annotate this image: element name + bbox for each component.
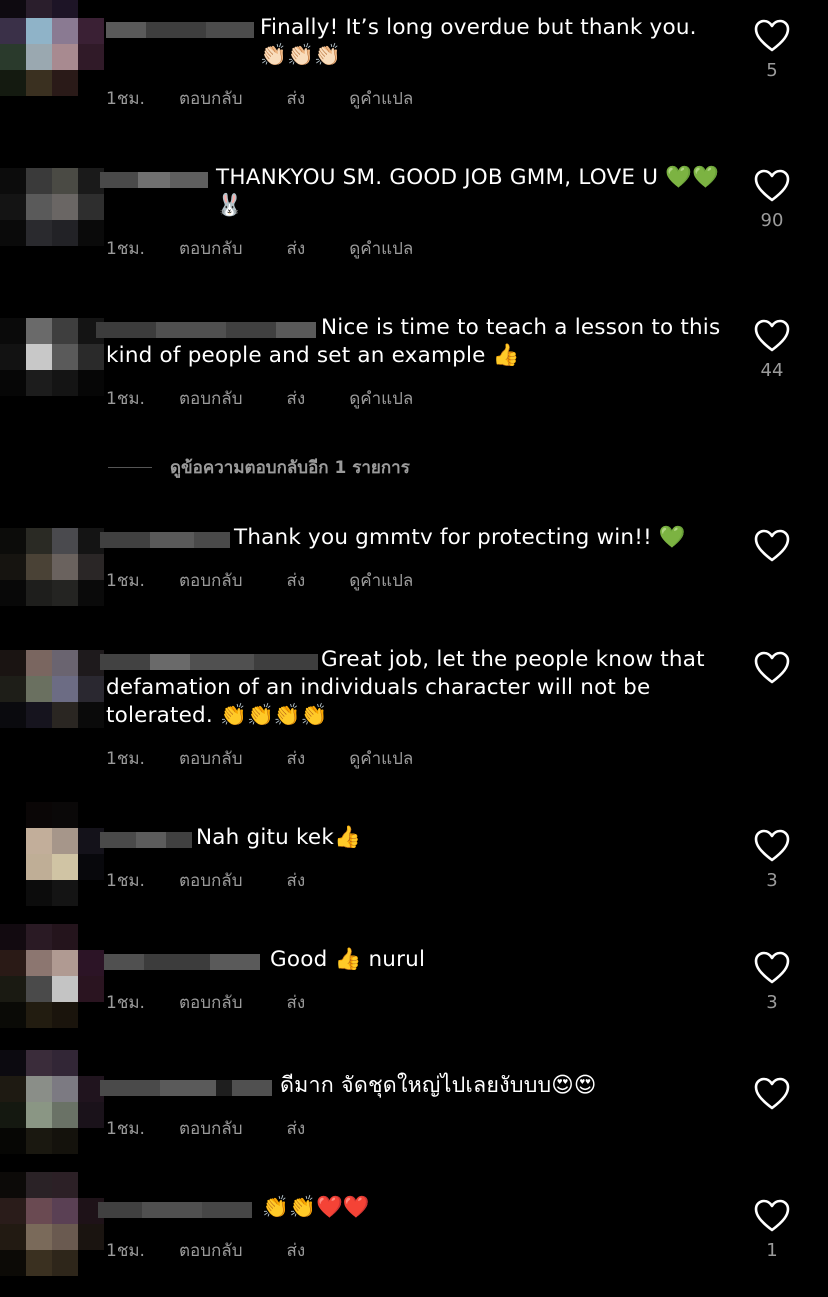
- comment-time: 1ชม.: [106, 1118, 145, 1139]
- comment-text: Nice is time to teach a lesson to this k…: [106, 315, 721, 368]
- reply-button[interactable]: ตอบกลับ: [179, 235, 243, 262]
- view-more-replies-button[interactable]: ดูข้อความตอบกลับอีก 1 รายการ: [108, 452, 410, 482]
- comment-time: 1ชม.: [106, 570, 145, 591]
- avatar[interactable]: [0, 802, 104, 910]
- heart-outline-icon: [754, 1077, 790, 1110]
- send-button[interactable]: ส่ง: [287, 745, 306, 772]
- comment-meta: 1ชม. ตอบกลับ ส่ง ดูคำแปล: [106, 744, 447, 772]
- avatar[interactable]: [0, 1050, 104, 1158]
- comment-text: THANKYOU SM. GOOD JOB GMM, LOVE U 💚💚🐰: [216, 165, 720, 218]
- like-button[interactable]: [752, 648, 792, 688]
- avatar[interactable]: [0, 502, 104, 610]
- comment-meta: 1ชม. ตอบกลับ ส่ง: [106, 1236, 349, 1264]
- avatar[interactable]: [0, 1172, 104, 1280]
- username[interactable]: [100, 164, 208, 196]
- comment-time: 1ชม.: [106, 238, 145, 259]
- username[interactable]: [100, 524, 230, 556]
- reply-button[interactable]: ตอบกลับ: [179, 385, 243, 412]
- avatar[interactable]: [0, 924, 104, 1032]
- like-button[interactable]: [752, 1196, 792, 1236]
- comment-meta: 1ชม. ตอบกลับ ส่ง: [106, 988, 349, 1016]
- comment-text: ดีมาก จัดชุดใหญ่ไปเลยงับบบ😍😍: [280, 1073, 597, 1098]
- heart-outline-icon: [754, 319, 790, 352]
- avatar[interactable]: [0, 142, 104, 250]
- like-button[interactable]: [752, 1074, 792, 1114]
- comment-time: 1ชม.: [106, 1240, 145, 1261]
- comment-meta: 1ชม. ตอบกลับ ส่ง ดูคำแปล: [106, 384, 447, 412]
- heart-outline-icon: [754, 169, 790, 202]
- view-more-replies-label: ดูข้อความตอบกลับอีก 1 รายการ: [170, 457, 410, 478]
- like-button[interactable]: [752, 316, 792, 356]
- avatar[interactable]: [0, 0, 104, 100]
- translate-button[interactable]: ดูคำแปล: [349, 745, 413, 772]
- reply-button[interactable]: ตอบกลับ: [179, 85, 243, 112]
- reply-button[interactable]: ตอบกลับ: [179, 1115, 243, 1142]
- comment-time: 1ชม.: [106, 88, 145, 109]
- username[interactable]: [98, 1194, 252, 1226]
- comment-text: 👏👏❤️❤️: [262, 1195, 370, 1220]
- username[interactable]: [104, 946, 260, 978]
- comment-text: Nah gitu kek👍: [196, 825, 361, 850]
- send-button[interactable]: ส่ง: [287, 235, 306, 262]
- send-button[interactable]: ส่ง: [287, 385, 306, 412]
- like-count: 5: [766, 60, 778, 81]
- send-button[interactable]: ส่ง: [287, 567, 306, 594]
- username[interactable]: [100, 824, 192, 856]
- reply-button[interactable]: ตอบกลับ: [179, 989, 243, 1016]
- send-button[interactable]: ส่ง: [287, 1237, 306, 1264]
- comment-text: Thank you gmmtv for protecting win!! 💚: [234, 525, 686, 550]
- like-button[interactable]: [752, 16, 792, 56]
- reply-button[interactable]: ตอบกลับ: [179, 867, 243, 894]
- username[interactable]: [106, 14, 254, 46]
- like-count: 1: [766, 1240, 778, 1261]
- like-button[interactable]: [752, 826, 792, 866]
- comment-time: 1ชม.: [106, 992, 145, 1013]
- comment-text: Good 👍 nurul: [270, 947, 426, 972]
- comment-text: Finally! It’s long overdue but thank you…: [260, 15, 697, 68]
- avatar[interactable]: [0, 624, 104, 732]
- comment-meta: 1ชม. ตอบกลับ ส่ง ดูคำแปล: [106, 234, 447, 262]
- comment-time: 1ชม.: [106, 748, 145, 769]
- heart-outline-icon: [754, 1199, 790, 1232]
- divider-line: [108, 466, 152, 468]
- comment-meta: 1ชม. ตอบกลับ ส่ง ดูคำแปล: [106, 566, 447, 594]
- comment-text: Great job, let the people know that defa…: [106, 647, 705, 728]
- heart-outline-icon: [754, 19, 790, 52]
- like-count: 44: [760, 360, 784, 381]
- like-count: 3: [766, 992, 778, 1013]
- comment-meta: 1ชม. ตอบกลับ ส่ง: [106, 1114, 349, 1142]
- comment-meta: 1ชม. ตอบกลับ ส่ง ดูคำแปล: [106, 84, 447, 112]
- send-button[interactable]: ส่ง: [287, 989, 306, 1016]
- username[interactable]: [100, 1072, 272, 1104]
- translate-button[interactable]: ดูคำแปล: [349, 85, 413, 112]
- send-button[interactable]: ส่ง: [287, 85, 306, 112]
- like-button[interactable]: [752, 166, 792, 206]
- heart-outline-icon: [754, 951, 790, 984]
- comment-time: 1ชม.: [106, 388, 145, 409]
- avatar[interactable]: [0, 292, 104, 400]
- heart-outline-icon: [754, 529, 790, 562]
- comment-time: 1ชม.: [106, 870, 145, 891]
- reply-button[interactable]: ตอบกลับ: [179, 1237, 243, 1264]
- heart-outline-icon: [754, 829, 790, 862]
- translate-button[interactable]: ดูคำแปล: [349, 235, 413, 262]
- send-button[interactable]: ส่ง: [287, 1115, 306, 1142]
- heart-outline-icon: [754, 651, 790, 684]
- translate-button[interactable]: ดูคำแปล: [349, 385, 413, 412]
- translate-button[interactable]: ดูคำแปล: [349, 567, 413, 594]
- reply-button[interactable]: ตอบกลับ: [179, 745, 243, 772]
- comment-meta: 1ชม. ตอบกลับ ส่ง: [106, 866, 349, 894]
- like-count: 3: [766, 870, 778, 891]
- like-count: 90: [760, 210, 784, 231]
- send-button[interactable]: ส่ง: [287, 867, 306, 894]
- reply-button[interactable]: ตอบกลับ: [179, 567, 243, 594]
- like-button[interactable]: [752, 526, 792, 566]
- like-button[interactable]: [752, 948, 792, 988]
